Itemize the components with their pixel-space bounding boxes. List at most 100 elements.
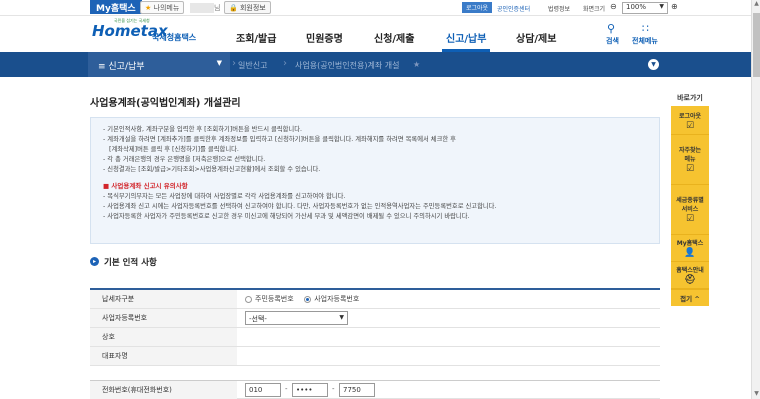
gnb-item-inquiry[interactable]: 조회/발급 xyxy=(236,30,276,45)
scroll-down-icon[interactable]: ▼ xyxy=(752,390,760,399)
quick-item-tax-services[interactable]: 세금종류별 서비스 ☑ xyxy=(671,185,709,235)
logout-button[interactable]: 로그아웃 xyxy=(462,2,493,13)
taxpayer-type-label: 납세자구분 xyxy=(90,290,237,308)
zoom-select[interactable]: 100% ▼ xyxy=(622,2,668,14)
form-row-taxpayer-type: 납세자구분 주민등록번호 사업자등록번호 xyxy=(90,290,660,309)
basic-info-form: 납세자구분 주민등록번호 사업자등록번호 사업자등록번호 -선택- ▼ 상호 대… xyxy=(90,288,660,366)
top-utility-bar: My홈택스 ★ 나의메뉴 님 🔒 회원정보 로그아웃 공인인증센터 법령정보 화… xyxy=(0,0,760,16)
breadcrumb-item-general[interactable]: 일반신고 xyxy=(238,60,267,71)
quick-bar-box: 로그아웃 ☑ 자주찾는 메뉴 ☑ 세금종류별 서비스 ☑ My홈택스 👤 홈택스… xyxy=(671,106,709,306)
quick-bar-title: 바로가기 xyxy=(677,94,703,102)
representative-label: 대표자명 xyxy=(90,347,237,365)
scroll-thumb[interactable] xyxy=(753,13,760,77)
member-info-button[interactable]: 🔒 회원정보 xyxy=(224,1,271,14)
phone-part2-input[interactable]: •••• xyxy=(292,383,328,397)
business-no-cell: -선택- ▼ xyxy=(237,309,660,327)
logo-nts: 국세청홈택스 xyxy=(152,33,197,42)
gnb-item-application[interactable]: 신청/제출 xyxy=(374,30,414,45)
quick-item-label: My홈택스 xyxy=(676,240,704,247)
company-label: 상호 xyxy=(90,328,237,346)
chevron-down-icon: ▼ xyxy=(659,3,664,10)
radio-resident-no[interactable]: 주민등록번호 xyxy=(245,294,294,304)
logo-slogan: 국민을 섬기는 국세청 xyxy=(114,18,150,23)
business-no-label: 사업자등록번호 xyxy=(90,309,237,327)
caret-down-icon: ▼ xyxy=(216,59,222,67)
notice-line: - 기본인적사항, 계좌구분을 입력한 후 [조회하기]버튼을 반드시 클릭합니… xyxy=(103,126,303,133)
business-no-select-value: -선택- xyxy=(249,315,267,323)
favorite-star-icon[interactable]: ★ xyxy=(413,60,420,69)
quick-close-label: 접기 xyxy=(680,295,693,303)
radio-business-label: 사업자등록번호 xyxy=(314,295,360,303)
zoom-value: 100% xyxy=(626,3,647,11)
username-masked xyxy=(190,3,214,13)
form-row-phone: 전화번호(휴대전화번호) 010 - •••• - 7750 xyxy=(90,381,660,399)
location-bar: ≡ 신고/납부 ▼ › 일반신고 › 사업용(공인법인전용)계좌 개설 ★ ▼ xyxy=(0,52,760,77)
quick-item-label: 홈택스안내 xyxy=(676,267,704,274)
all-menu-label[interactable]: 전체메뉴 xyxy=(632,36,658,46)
vertical-scrollbar[interactable]: ▲ ▼ xyxy=(751,0,760,399)
gnb-item-filing[interactable]: 신고/납부 xyxy=(446,30,486,45)
phone-part3-input[interactable]: 7750 xyxy=(339,383,375,397)
quick-bar-close[interactable]: 접기 ^ xyxy=(671,289,709,306)
grid-menu-icon[interactable]: ∷ xyxy=(642,22,649,35)
taxpayer-type-cell: 주민등록번호 사업자등록번호 xyxy=(237,290,660,308)
phone-dash: - xyxy=(332,385,335,393)
form-row-business-no: 사업자등록번호 -선택- ▼ xyxy=(90,309,660,328)
zoom-in-icon[interactable]: ⊕ xyxy=(671,2,678,11)
phone-dash: - xyxy=(285,385,288,393)
quick-item-my-hometax[interactable]: My홈택스 👤 xyxy=(671,235,709,262)
search-label[interactable]: 검색 xyxy=(606,36,619,46)
person-icon: 👤 xyxy=(684,248,696,258)
breadcrumb-separator-icon: › xyxy=(283,58,287,69)
law-info-link[interactable]: 법령정보 xyxy=(548,4,570,13)
chevron-up-icon: ^ xyxy=(694,295,700,303)
notice-line: - 계좌개설을 하려면 [계좌추가]를 클릭한후 계좌정보를 입력하고 [신청하… xyxy=(103,136,456,143)
representative-value xyxy=(237,347,660,365)
radio-resident-label: 주민등록번호 xyxy=(255,295,294,303)
name-suffix: 님 xyxy=(214,4,221,12)
my-menu-button[interactable]: ★ 나의메뉴 xyxy=(140,1,185,14)
notice-line: - 각 총 거래은행의 경우 은행명을 [저축은행]으로 선택합니다. xyxy=(103,156,266,163)
section-title: 기본 인적 사항 xyxy=(104,258,157,268)
gnb-item-certificate[interactable]: 민원증명 xyxy=(306,30,343,45)
phone-label: 전화번호(휴대전화번호) xyxy=(90,381,237,399)
phone-cell: 010 - •••• - 7750 xyxy=(237,381,660,399)
quick-item-label: 로그아웃 xyxy=(678,113,702,120)
checkbox-icon: ☑ xyxy=(685,164,695,174)
quick-item-favorites[interactable]: 자주찾는 메뉴 ☑ xyxy=(671,135,709,185)
hometax-logo[interactable]: 국민을 섬기는 국세청 Hometax 국세청홈택스 xyxy=(92,18,196,42)
chevron-down-icon: ▼ xyxy=(339,314,344,321)
business-no-select[interactable]: -선택- ▼ xyxy=(245,311,348,325)
search-icon[interactable]: ⚲ xyxy=(607,22,615,35)
form-row-representative: 대표자명 xyxy=(90,347,660,366)
chevron-down-icon[interactable]: ▼ xyxy=(648,59,659,70)
phone-part1-input[interactable]: 010 xyxy=(245,383,281,397)
zoom-out-icon[interactable]: ⊖ xyxy=(610,2,617,11)
radio-business-no[interactable]: 사업자등록번호 xyxy=(304,294,359,304)
gnb-item-consulting[interactable]: 상담/제보 xyxy=(516,30,556,45)
notice-line: [계좌삭제]버튼 클릭 후 [신청하기]를 클릭합니다. xyxy=(109,146,239,153)
guide-icon: ⛑ xyxy=(684,275,696,285)
square-bullet-icon: ■ xyxy=(103,182,110,190)
my-hometax-tab[interactable]: My홈택스 xyxy=(90,0,142,14)
checkbox-icon: ☑ xyxy=(685,121,695,131)
breadcrumb-item-current[interactable]: 사업용(공인법인전용)계좌 개설 xyxy=(295,60,399,71)
page-title: 사업용계좌(공익법인계좌) 개설관리 xyxy=(90,98,241,109)
location-current-menu[interactable]: ≡ 신고/납부 ▼ xyxy=(88,52,230,77)
cert-center-link[interactable]: 공인인증센터 xyxy=(497,4,530,13)
checkbox-icon: ☑ xyxy=(685,214,695,224)
warning-line: - 복식부기의무자는 모든 사업장에 대하여 사업장별로 각각 사업용계좌를 신… xyxy=(103,193,346,200)
screen-size-label: 화면크기 xyxy=(583,6,606,13)
warning-line: - 사업용계좌 신고 시에는 사업자등록번호를 선택하여 신고하여야 합니다. … xyxy=(103,203,497,210)
notice-line: - 신청결과는 [조회/발급>기타조회>사업용계좌신고현황]에서 조회할 수 있… xyxy=(103,166,321,173)
quick-item-logout[interactable]: 로그아웃 ☑ xyxy=(671,108,709,135)
company-value xyxy=(237,328,660,346)
quick-item-label: 세금종류별 서비스 xyxy=(676,197,704,213)
radio-circle-icon xyxy=(245,295,252,303)
member-info-label: 회원정보 xyxy=(239,4,266,12)
scroll-up-icon[interactable]: ▲ xyxy=(752,0,760,9)
quick-item-guide[interactable]: 홈택스안내 ⛑ xyxy=(671,262,709,289)
warning-line: - 사업자등록한 사업자가 주민등록번호로 신고한 경우 미신고에 해당되어 가… xyxy=(103,213,470,220)
star-icon: ★ xyxy=(145,4,152,12)
arrow-circle-icon: ▸ xyxy=(90,257,99,266)
